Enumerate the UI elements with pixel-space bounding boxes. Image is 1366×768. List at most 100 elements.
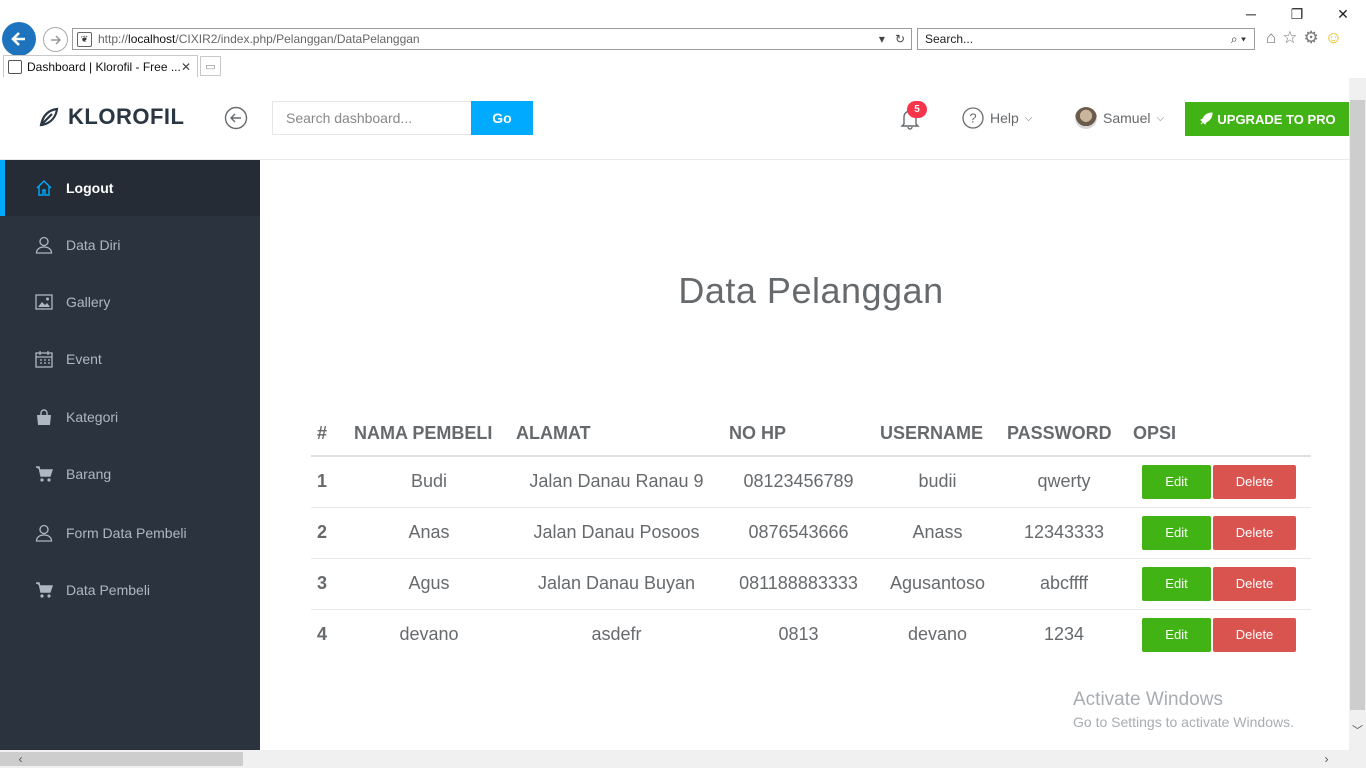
cell-alamat: Jalan Danau Buyan xyxy=(510,558,723,610)
cell-hp: 081188883333 xyxy=(723,558,874,610)
scroll-left-icon[interactable]: ‹ xyxy=(12,750,29,768)
vertical-scrollbar[interactable]: ︿ ﹀ xyxy=(1349,78,1366,750)
watermark-line-1: Activate Windows xyxy=(1073,689,1223,710)
cell-password: 1234 xyxy=(1043,624,1085,645)
column-header: NO HP xyxy=(723,412,874,457)
notification-badge: 5 xyxy=(907,101,927,118)
edit-button[interactable]: Edit xyxy=(1142,566,1211,601)
vertical-scroll-thumb[interactable] xyxy=(1350,100,1365,710)
cell-number: 2 xyxy=(311,507,348,559)
column-header: USERNAME xyxy=(874,412,1001,457)
chevron-down-icon: ⌵ xyxy=(1156,112,1165,124)
rocket-icon xyxy=(1200,112,1213,125)
table-row: 2 Anas Jalan Danau Posoos 0876543666 Ana… xyxy=(311,507,1311,559)
cell-actions: Edit Delete xyxy=(1127,507,1311,559)
table-row: 1 Budi Jalan Danau Ranau 9 08123456789 b… xyxy=(311,456,1311,508)
home-icon xyxy=(34,178,54,198)
help-menu[interactable]: ? Help ⌵ xyxy=(962,107,1032,129)
cell-number: 1 xyxy=(311,456,348,508)
brand-name: KLOROFIL xyxy=(68,104,185,129)
sidebar-item-label: Data Diri xyxy=(66,237,121,253)
close-window-button[interactable]: ✕ xyxy=(1320,0,1366,28)
restore-button[interactable]: ❐ xyxy=(1274,0,1320,28)
table-row: 4 devano asdefr 0813 devano 1234 Edit Del… xyxy=(311,609,1311,660)
go-button[interactable]: Go xyxy=(471,101,533,135)
sidebar-item-kategori[interactable]: Kategori xyxy=(0,389,260,445)
cell-password: qwerty xyxy=(1001,456,1127,508)
bag-icon xyxy=(34,407,54,427)
smiley-icon[interactable]: ☺ xyxy=(1325,28,1342,48)
horizontal-scrollbar[interactable]: ‹ › xyxy=(0,750,1366,768)
tab-favicon-icon xyxy=(8,59,22,74)
gear-icon[interactable]: ⚙ xyxy=(1304,28,1319,48)
sidebar-toggle-button[interactable] xyxy=(224,106,248,135)
address-dropdown-icon[interactable]: ▾ xyxy=(879,32,885,46)
tab-close-icon[interactable]: ✕ xyxy=(181,60,197,74)
arrow-right-icon xyxy=(50,34,61,45)
column-header: PASSWORD xyxy=(1001,412,1127,457)
cart-icon xyxy=(34,580,54,600)
sidebar-item-gallery[interactable]: Gallery xyxy=(0,274,260,330)
table-row: 3 Agus Jalan Danau Buyan 081188883333 Ag… xyxy=(311,558,1311,610)
cell-alamat: asdefr xyxy=(591,624,642,645)
sidebar-item-label: Event xyxy=(66,351,102,367)
sidebar-item-label: Gallery xyxy=(66,294,111,310)
dashboard-search-input[interactable]: Search dashboard... xyxy=(272,101,472,135)
edit-button[interactable]: Edit xyxy=(1142,464,1211,499)
search-icon[interactable]: ⌕ ▾ xyxy=(1231,32,1254,47)
cell-number: 4 xyxy=(317,624,328,645)
brand-logo[interactable]: KLOROFIL xyxy=(38,104,184,130)
leaf-icon xyxy=(39,107,59,127)
sidebar-item-label: Data Pembeli xyxy=(66,582,151,598)
refresh-icon[interactable]: ↻ xyxy=(895,32,905,46)
sidebar-item-logout[interactable]: Logout xyxy=(0,160,260,216)
sidebar-item-label: Logout xyxy=(66,180,114,196)
scroll-down-icon[interactable]: ﹀ xyxy=(1349,721,1366,738)
cart-icon xyxy=(34,464,54,484)
edit-button[interactable]: Edit xyxy=(1142,617,1211,652)
help-label: Help xyxy=(990,110,1019,126)
user-name: Samuel xyxy=(1103,110,1151,126)
new-tab-button[interactable]: ▭ xyxy=(200,56,221,76)
address-bar[interactable]: ❦ http://localhost/CIXIR2/index.php/Pela… xyxy=(72,28,912,50)
star-icon[interactable]: ☆ xyxy=(1282,28,1297,48)
cell-nama: Anas xyxy=(348,507,510,559)
delete-button[interactable]: Delete xyxy=(1213,515,1296,550)
sidebar-item-form-data-pembeli[interactable]: Form Data Pembeli xyxy=(0,505,260,561)
sidebar-item-data-pembeli[interactable]: Data Pembeli xyxy=(0,562,260,618)
browser-toolbar-icons: ⌂ ☆ ⚙ ☺ xyxy=(1266,28,1342,48)
sidebar-item-event[interactable]: Event xyxy=(0,331,260,387)
scroll-right-icon[interactable]: › xyxy=(1318,750,1335,768)
cell-actions: Edit Delete xyxy=(1127,558,1311,610)
minimize-button[interactable]: ─ xyxy=(1228,0,1274,28)
home-icon[interactable]: ⌂ xyxy=(1266,28,1276,48)
cell-nama: Budi xyxy=(348,456,510,508)
user-menu[interactable]: Samuel ⌵ xyxy=(1075,107,1164,129)
sidebar-item-barang[interactable]: Barang xyxy=(0,446,260,502)
cell-nama: Agus xyxy=(348,558,510,610)
cell-hp: 08123456789 xyxy=(723,456,874,508)
column-header: OPSI xyxy=(1127,412,1311,457)
browser-forward-button[interactable] xyxy=(43,27,68,52)
delete-button[interactable]: Delete xyxy=(1213,617,1296,652)
cell-nama: devano xyxy=(399,624,459,645)
window-controls: ─ ❐ ✕ xyxy=(1228,0,1366,28)
cell-actions: Edit Delete xyxy=(1127,609,1311,660)
sidebar-item-label: Kategori xyxy=(66,409,119,425)
browser-back-button[interactable] xyxy=(2,22,36,56)
tab-title: Dashboard | Klorofil - Free ... xyxy=(27,59,181,74)
calendar-icon xyxy=(34,349,54,369)
sidebar-item-data-diri[interactable]: Data Diri xyxy=(0,217,260,273)
address-url: http://localhost/CIXIR2/index.php/Pelang… xyxy=(98,32,420,46)
column-header: # xyxy=(311,412,348,457)
browser-tab[interactable]: Dashboard | Klorofil - Free ... ✕ xyxy=(3,55,198,77)
horizontal-scroll-thumb[interactable] xyxy=(0,752,243,766)
column-header: NAMA PEMBELI xyxy=(348,412,510,457)
top-navbar: KLOROFIL Search dashboard... Go 5 ? Help… xyxy=(0,78,1350,160)
edit-button[interactable]: Edit xyxy=(1142,515,1211,550)
upgrade-button[interactable]: UPGRADE TO PRO xyxy=(1185,102,1350,136)
delete-button[interactable]: Delete xyxy=(1213,464,1296,499)
browser-search-box[interactable]: Search... ⌕ ▾ xyxy=(917,28,1255,50)
delete-button[interactable]: Delete xyxy=(1213,566,1296,601)
cell-password: abcffff xyxy=(1001,558,1127,610)
